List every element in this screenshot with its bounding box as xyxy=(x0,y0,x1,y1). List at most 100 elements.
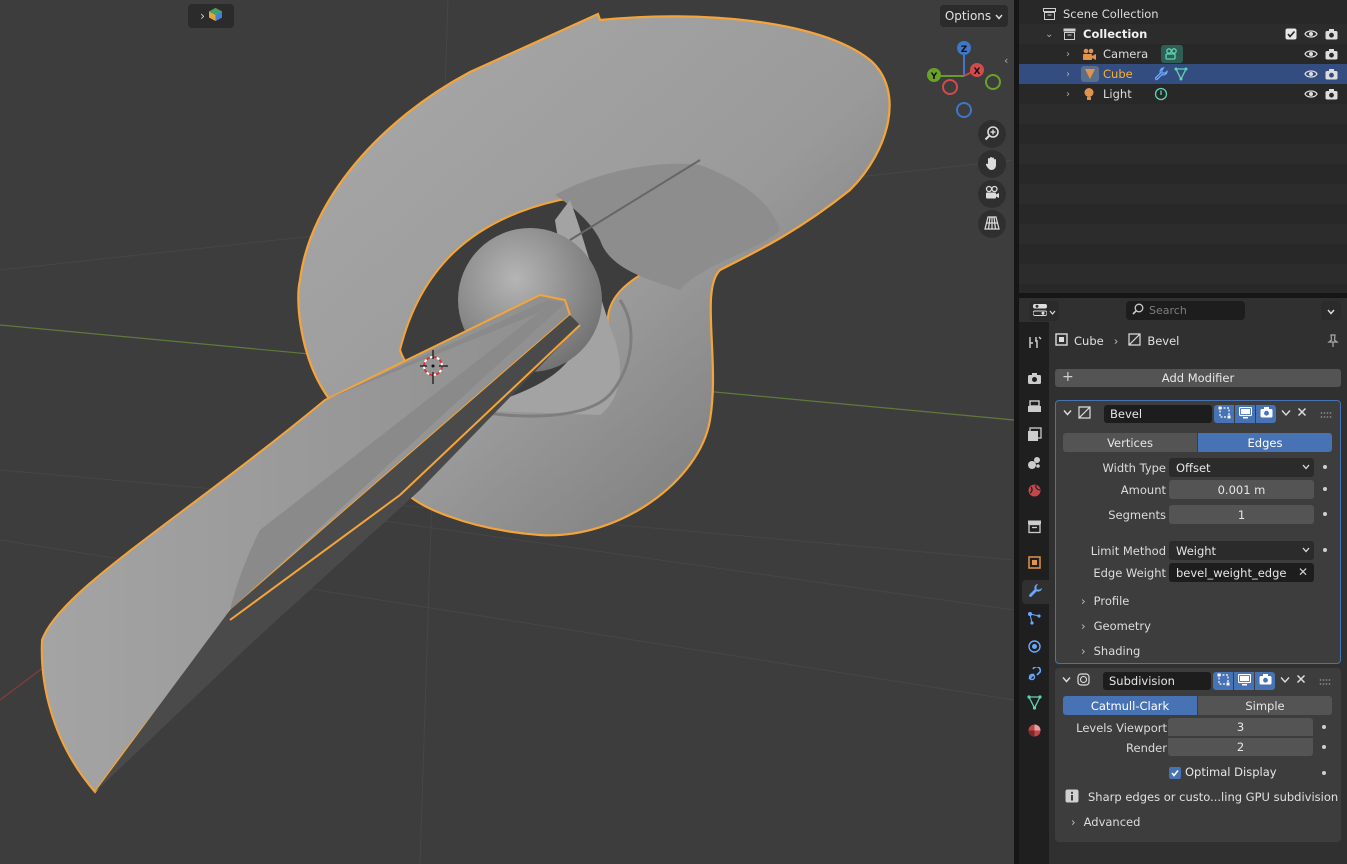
keyframe-dot[interactable] xyxy=(1323,487,1327,491)
outliner-item-camera[interactable]: › Camera xyxy=(1019,44,1347,64)
keyframe-dot[interactable] xyxy=(1323,465,1327,469)
edge-weight-field[interactable]: bevel_weight_edge ✕ xyxy=(1169,563,1314,582)
subdivision-panel-header[interactable]: Subdivision xyxy=(1055,668,1341,692)
outliner-item-light[interactable]: › Light xyxy=(1019,84,1347,104)
options-dropdown-button[interactable] xyxy=(1321,301,1341,320)
render-camera-icon[interactable] xyxy=(1323,86,1339,102)
render-camera-icon[interactable] xyxy=(1323,46,1339,62)
tab-scene[interactable] xyxy=(1022,452,1046,476)
geometry-subpanel[interactable]: › Geometry xyxy=(1081,619,1151,633)
keyframe-dot[interactable] xyxy=(1322,771,1326,775)
tab-collection[interactable] xyxy=(1022,516,1046,540)
chevron-right-icon[interactable]: › xyxy=(1066,49,1070,60)
affect-vertices-button[interactable]: Vertices xyxy=(1063,433,1197,452)
light-data-icon[interactable] xyxy=(1153,86,1169,102)
render-camera-icon[interactable] xyxy=(1323,26,1339,42)
tab-world[interactable] xyxy=(1022,480,1046,504)
profile-subpanel[interactable]: › Profile xyxy=(1081,594,1129,608)
shading-subpanel[interactable]: › Shading xyxy=(1081,644,1140,658)
keyframe-dot[interactable] xyxy=(1322,745,1326,749)
outliner[interactable]: Scene Collection ⌄ Collection › Camera ›… xyxy=(1019,0,1347,293)
keyframe-dot[interactable] xyxy=(1323,548,1327,552)
tab-tool[interactable] xyxy=(1022,332,1046,356)
properties-tabs xyxy=(1019,322,1049,864)
outliner-item-cube[interactable]: › Cube xyxy=(1019,64,1347,84)
drag-handle-icon[interactable] xyxy=(1320,408,1332,422)
3d-viewport[interactable]: Z X Y › Options ‹ xyxy=(0,0,1014,864)
viewport-display-toggle[interactable] xyxy=(1235,405,1255,423)
editor-type-button[interactable] xyxy=(1029,301,1059,321)
editor-type-selector[interactable]: › xyxy=(188,4,234,28)
add-modifier-button[interactable]: + Add Modifier xyxy=(1055,369,1341,387)
chevron-down-icon[interactable] xyxy=(1280,673,1290,687)
wrench-icon[interactable] xyxy=(1153,66,1169,82)
chevron-down-icon[interactable] xyxy=(1062,673,1071,687)
tab-object[interactable] xyxy=(1022,552,1046,576)
tab-material[interactable] xyxy=(1022,720,1046,744)
camera-data-icon[interactable] xyxy=(1161,45,1183,63)
options-dropdown[interactable]: Options xyxy=(940,5,1008,27)
chevron-down-icon[interactable] xyxy=(1281,406,1291,420)
edit-mode-toggle[interactable] xyxy=(1214,405,1234,423)
advanced-subpanel[interactable]: › Advanced xyxy=(1071,815,1140,829)
eye-icon[interactable] xyxy=(1303,86,1319,102)
drag-handle-icon[interactable] xyxy=(1319,675,1331,689)
search-input[interactable]: Search xyxy=(1126,301,1245,320)
tab-view-layer[interactable] xyxy=(1022,424,1046,448)
tab-physics[interactable] xyxy=(1022,636,1046,660)
chevron-right-icon[interactable]: › xyxy=(1066,69,1070,80)
simple-button[interactable]: Simple xyxy=(1198,696,1332,715)
perspective-toggle-button[interactable] xyxy=(978,210,1006,238)
bevel-panel-header[interactable]: Bevel xyxy=(1056,401,1340,425)
width-type-dropdown[interactable]: Offset xyxy=(1169,458,1314,477)
physics-icon xyxy=(1027,639,1042,657)
blade-mesh[interactable] xyxy=(40,293,581,794)
checkbox-checked-icon[interactable] xyxy=(1283,26,1299,42)
render-levels-field[interactable]: 2 xyxy=(1168,738,1313,756)
tab-data[interactable] xyxy=(1022,692,1046,716)
sidebar-toggle-icon[interactable]: ‹ xyxy=(1004,54,1008,67)
keyframe-dot[interactable] xyxy=(1323,512,1327,516)
amount-field[interactable]: 0.001 m xyxy=(1169,480,1314,499)
clear-icon[interactable]: ✕ xyxy=(1298,565,1308,579)
mesh-data-icon[interactable] xyxy=(1173,66,1189,82)
tab-constraints[interactable] xyxy=(1022,664,1046,688)
outliner-scene-collection[interactable]: Scene Collection xyxy=(1019,4,1347,24)
render-camera-icon[interactable] xyxy=(1323,66,1339,82)
pan-button[interactable] xyxy=(978,150,1006,178)
properties-editor[interactable]: Search Cube › Bevel + Add Modifier Bevel… xyxy=(1019,298,1347,864)
optimal-display-checkbox[interactable] xyxy=(1169,767,1181,779)
bevel-modifier-panel: Bevel Vertices Edges Width Type Offset A… xyxy=(1055,400,1341,664)
eye-icon[interactable] xyxy=(1303,66,1319,82)
keyframe-dot[interactable] xyxy=(1322,725,1326,729)
render-toggle[interactable] xyxy=(1255,672,1275,690)
close-icon[interactable] xyxy=(1296,673,1306,687)
camera-view-button[interactable] xyxy=(978,180,1006,208)
chevron-right-icon[interactable]: › xyxy=(1066,89,1070,100)
affect-edges-button[interactable]: Edges xyxy=(1198,433,1332,452)
segments-field[interactable]: 1 xyxy=(1169,505,1314,524)
levels-viewport-field[interactable]: 3 xyxy=(1168,718,1313,736)
outliner-collection[interactable]: ⌄ Collection xyxy=(1019,24,1347,44)
chevron-down-icon[interactable]: ⌄ xyxy=(1045,29,1053,40)
chevron-down-icon[interactable] xyxy=(1063,406,1072,420)
tab-render[interactable] xyxy=(1022,368,1046,392)
limit-method-dropdown[interactable]: Weight xyxy=(1169,541,1314,560)
eye-icon[interactable] xyxy=(1303,46,1319,62)
tab-output[interactable] xyxy=(1022,396,1046,420)
tab-particles[interactable] xyxy=(1022,608,1046,632)
navigation-gizmo[interactable]: Z X Y xyxy=(927,41,1001,118)
bevel-name-field[interactable]: Bevel xyxy=(1104,405,1212,423)
catmull-clark-button[interactable]: Catmull-Clark xyxy=(1063,696,1197,715)
blender-scene-icon xyxy=(208,8,222,24)
eye-icon[interactable] xyxy=(1303,26,1319,42)
edit-mode-toggle[interactable] xyxy=(1213,672,1233,690)
close-icon[interactable] xyxy=(1297,406,1307,420)
viewport-display-toggle[interactable] xyxy=(1234,672,1254,690)
zoom-button[interactable] xyxy=(978,120,1006,148)
render-toggle[interactable] xyxy=(1256,405,1276,423)
tab-modifiers[interactable] xyxy=(1022,580,1049,604)
pin-icon[interactable] xyxy=(1327,334,1339,351)
subdivision-name-field[interactable]: Subdivision xyxy=(1103,672,1211,690)
scene-render[interactable]: Z X Y xyxy=(0,0,1014,864)
